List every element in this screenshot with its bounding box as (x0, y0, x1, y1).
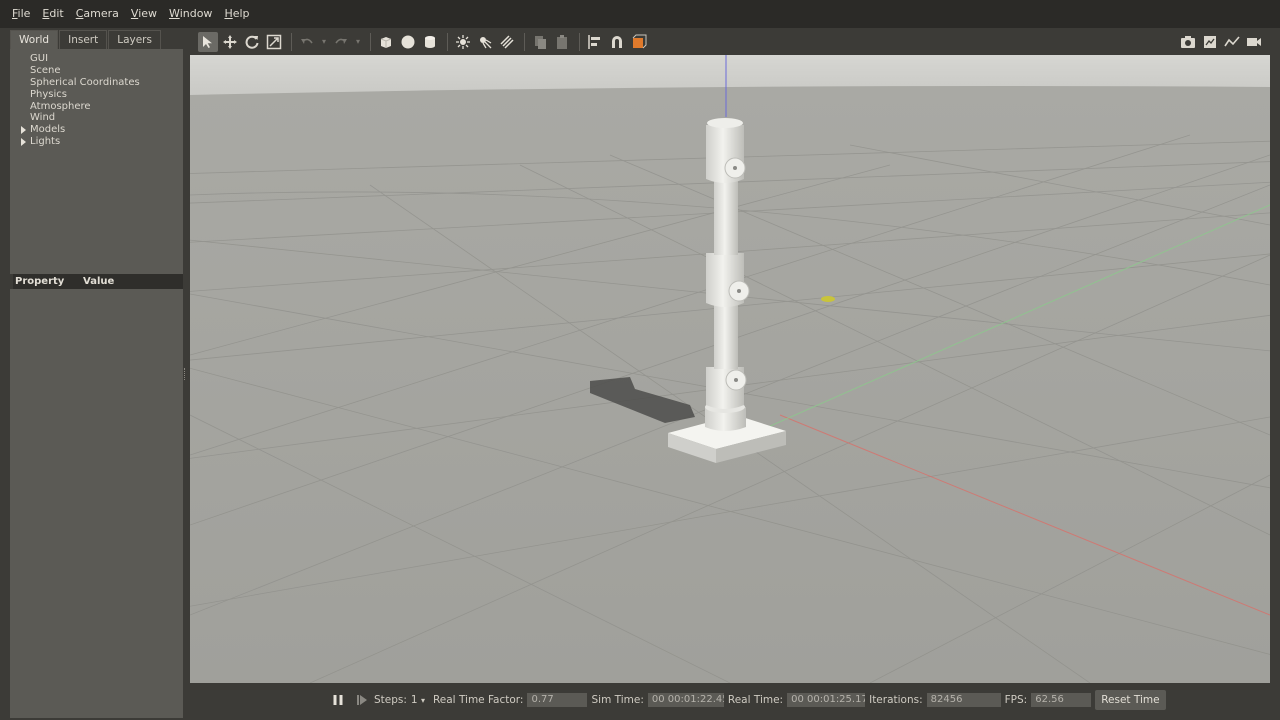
tab-world[interactable]: World (10, 30, 59, 49)
point-light-icon[interactable] (453, 32, 473, 52)
fps-field: 62.56 (1031, 693, 1092, 707)
sphere-icon[interactable] (398, 32, 418, 52)
iterations-field: 82456 (926, 693, 1001, 707)
property-table-header: Property Value (13, 274, 183, 289)
pause-icon[interactable] (330, 692, 346, 708)
menu-bar: File Edit Camera View Window Help (0, 0, 1280, 28)
translate-icon[interactable] (220, 32, 240, 52)
spot-light-icon[interactable] (475, 32, 495, 52)
copy-icon[interactable] (530, 32, 550, 52)
tree-item-scene[interactable]: Scene (30, 65, 61, 77)
steps-spinbox[interactable]: 1 ▾ (411, 694, 425, 706)
toolbar-separator (524, 33, 525, 51)
scene-render (190, 55, 1270, 683)
expand-arrow-icon[interactable] (21, 138, 26, 146)
menu-file[interactable]: File (6, 0, 36, 28)
menu-edit[interactable]: Edit (36, 0, 69, 28)
tree-item-physics[interactable]: Physics (30, 89, 67, 101)
redo-icon[interactable] (331, 32, 351, 52)
tree-item-models[interactable]: Models (21, 124, 66, 136)
expand-arrow-icon[interactable] (21, 126, 26, 134)
real-time-factor-label: Real Time Factor: (432, 694, 524, 706)
undo-icon[interactable] (297, 32, 317, 52)
sim-time-field: 00 00:01:22.456 (647, 693, 724, 707)
menu-view[interactable]: View (125, 0, 163, 28)
menu-camera[interactable]: Camera (70, 0, 125, 28)
fps-label: FPS: (1004, 694, 1028, 706)
world-tree: GUI Scene Spherical Coordinates Physics … (10, 49, 183, 274)
toolbar: ▾ ▾ (190, 29, 1270, 55)
toolbar-separator (579, 33, 580, 51)
tree-item-label: Models (30, 124, 66, 135)
iterations-label: Iterations: (869, 694, 923, 706)
target-marker (821, 296, 835, 302)
select-arrow-icon[interactable] (198, 32, 218, 52)
toolbar-right-group (1178, 29, 1266, 55)
redo-dropdown-icon[interactable]: ▾ (353, 32, 363, 52)
property-column-header[interactable]: Property (13, 276, 83, 287)
align-icon[interactable] (585, 32, 605, 52)
toolbar-separator (291, 33, 292, 51)
undo-dropdown-icon[interactable]: ▾ (319, 32, 329, 52)
tree-item-spherical-coordinates[interactable]: Spherical Coordinates (30, 77, 140, 89)
real-time-field: 00 00:01:25.175 (787, 693, 866, 707)
reset-time-button[interactable]: Reset Time (1095, 690, 1166, 710)
steps-label: Steps: (374, 694, 407, 706)
log-icon[interactable] (1200, 32, 1220, 52)
scale-icon[interactable] (264, 32, 284, 52)
plot-icon[interactable] (1222, 32, 1242, 52)
tree-item-lights[interactable]: Lights (21, 136, 61, 148)
menu-help[interactable]: Help (218, 0, 255, 28)
value-column-header[interactable]: Value (83, 276, 183, 287)
tree-item-gui[interactable]: GUI (30, 53, 48, 65)
video-icon[interactable] (1244, 32, 1264, 52)
panel-splitter-handle[interactable] (184, 368, 186, 380)
change-view-icon[interactable] (629, 32, 649, 52)
3d-viewport[interactable] (190, 55, 1270, 683)
snap-icon[interactable] (607, 32, 627, 52)
toolbar-separator (370, 33, 371, 51)
sim-time-label: Sim Time: (591, 694, 644, 706)
bottom-status-bar: Steps: 1 ▾ Real Time Factor: 0.77 Sim Ti… (190, 683, 1270, 717)
tree-item-label: Lights (30, 136, 61, 147)
gazebo-window: File Edit Camera View Window Help World … (0, 0, 1280, 720)
tree-item-wind[interactable]: Wind (30, 112, 55, 124)
real-time-factor-field: 0.77 (527, 693, 588, 707)
rotate-icon[interactable] (242, 32, 262, 52)
menu-window[interactable]: Window (163, 0, 218, 28)
real-time-label: Real Time: (727, 694, 784, 706)
paste-icon[interactable] (552, 32, 572, 52)
chevron-down-icon[interactable]: ▾ (421, 696, 425, 705)
tab-layers[interactable]: Layers (108, 30, 161, 49)
steps-value: 1 (410, 694, 418, 706)
toolbar-separator (447, 33, 448, 51)
box-icon[interactable] (376, 32, 396, 52)
tab-insert[interactable]: Insert (59, 30, 108, 49)
panel-tabs: World Insert Layers (10, 30, 162, 49)
step-icon[interactable] (356, 692, 370, 708)
cylinder-icon[interactable] (420, 32, 440, 52)
property-table (10, 289, 183, 718)
left-panel: World Insert Layers GUI Scene Spherical … (10, 28, 183, 718)
directional-light-icon[interactable] (497, 32, 517, 52)
screenshot-icon[interactable] (1178, 32, 1198, 52)
